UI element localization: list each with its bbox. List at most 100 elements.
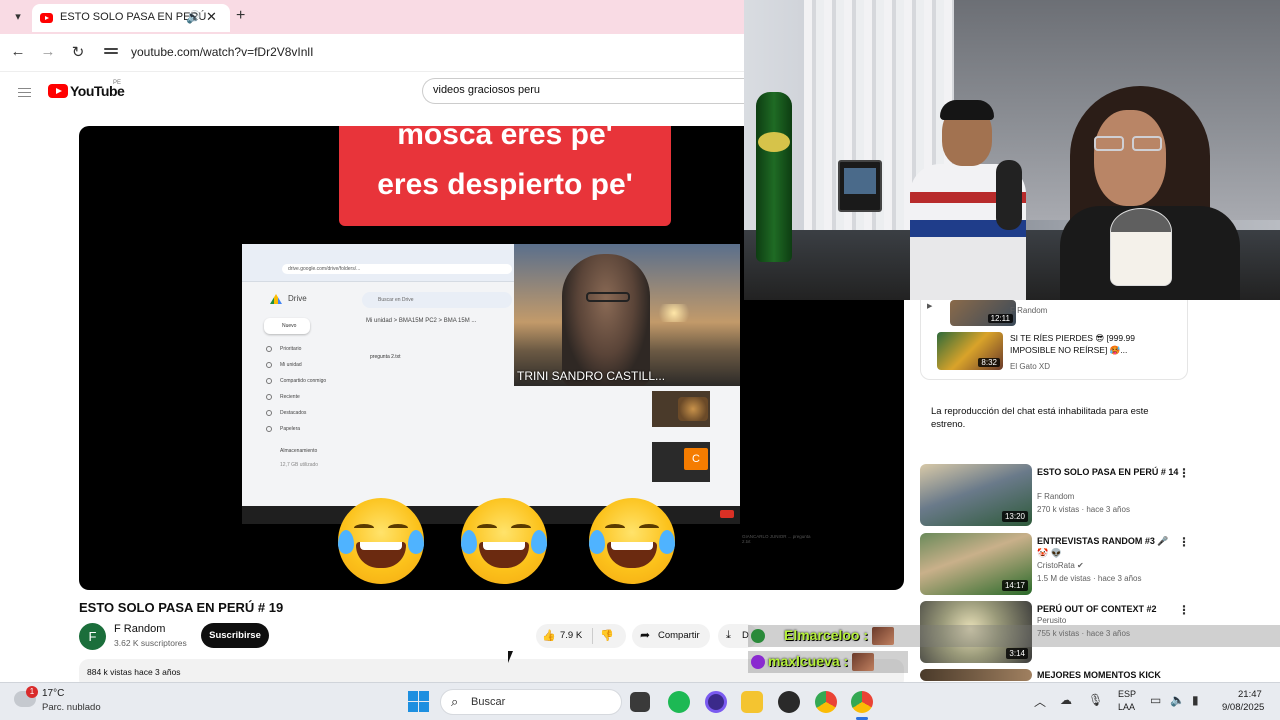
recommended-video[interactable]: 14:17 ENTREVISTAS RANDOM #3 🎤 🤡 👽 Cristo…: [920, 533, 1260, 595]
file-explorer-icon[interactable]: [741, 691, 763, 713]
video-duration: 14:17: [1001, 580, 1028, 591]
reload-icon[interactable]: ↻: [68, 43, 88, 61]
battery-icon[interactable]: ▮: [1192, 693, 1199, 707]
chat-badge-icon: [751, 629, 765, 643]
like-count[interactable]: 7.9 K: [560, 630, 582, 641]
subscriber-count: 3.62 K suscriptores: [114, 638, 187, 648]
subscribe-button[interactable]: Suscribirse: [201, 623, 269, 648]
tab-audio-icon[interactable]: 🔊: [186, 10, 201, 24]
cortana-icon[interactable]: [705, 691, 727, 713]
language-indicator[interactable]: ESP: [1118, 689, 1136, 699]
network-icon[interactable]: ▭: [1150, 693, 1161, 707]
weather-description[interactable]: Parc. nublado: [42, 702, 101, 713]
like-dislike-group: 👍 7.9 K 👎: [536, 624, 626, 648]
drive-item-icon: [266, 426, 272, 432]
divider: [592, 628, 593, 644]
tab-close-icon[interactable]: ✕: [206, 9, 217, 25]
playlist-item-duration: 12:11: [987, 314, 1013, 323]
video-title[interactable]: ESTO SOLO PASA EN PERÚ # 14: [1037, 466, 1179, 478]
video-channel[interactable]: F Random: [1037, 492, 1074, 501]
share-icon: ➦: [640, 628, 651, 642]
tab-search-chevron-icon[interactable]: ▾: [8, 8, 28, 26]
drive-item: Papelera: [280, 426, 301, 432]
drive-item: Mi unidad: [280, 362, 302, 368]
tray-chevron-icon[interactable]: ︿: [1034, 693, 1046, 710]
onedrive-icon[interactable]: ☁: [1060, 693, 1072, 707]
video-title[interactable]: PERÚ OUT OF CONTEXT #2: [1037, 603, 1179, 615]
drive-path: Mi unidad > BMA15M PC2 > BMA 15M ...: [366, 318, 477, 324]
video-meta: 270 k vistas · hace 3 años: [1037, 505, 1130, 514]
microphone-tray-icon[interactable]: 🎙: [1088, 693, 1103, 707]
playlist-item-channel: El Gato XD: [1010, 362, 1051, 371]
laughing-emoji-icon: [461, 498, 547, 584]
browser-tab-bar: ▾ ESTO SOLO PASA EN PERÚ 🔊 ✕ +: [0, 0, 744, 34]
more-options-icon[interactable]: ⋮: [1178, 535, 1190, 549]
video-thumbnail[interactable]: 14:17: [920, 533, 1032, 595]
search-icon: ⌕: [451, 694, 459, 709]
country-code: PE: [113, 80, 122, 86]
playlist-item-thumbnail[interactable]: 12:11: [950, 300, 1016, 326]
chrome-active-icon[interactable]: [851, 691, 873, 720]
notification-badge: 1: [26, 686, 38, 698]
video-thumbnail[interactable]: 13:20: [920, 464, 1032, 526]
chat-overlay: Elmarceloo : maxlcueva :: [748, 625, 1280, 675]
drive-item: Compartido conmigo: [280, 378, 327, 384]
back-arrow-icon[interactable]: ←: [8, 43, 28, 60]
search-query: videos graciosos peru: [433, 84, 541, 96]
video-title: ESTO SOLO PASA EN PERÚ # 19: [79, 600, 284, 615]
participant-tile: C: [652, 442, 710, 482]
playlist-item-thumbnail[interactable]: 8:32: [937, 332, 1003, 370]
windows-start-icon[interactable]: [408, 691, 429, 712]
caption-line-1: mosca eres pe': [397, 126, 613, 151]
bottle: [756, 92, 792, 262]
taskbar-search-input[interactable]: ⌕ Buscar: [440, 689, 622, 715]
participant-name: TRINI SANDRO CASTILL...: [517, 369, 666, 383]
download-icon: ⤓: [726, 629, 731, 641]
laptop: [838, 160, 882, 212]
search-input[interactable]: videos graciosos peru: [422, 78, 744, 104]
thumbs-down-icon[interactable]: 👎: [600, 629, 614, 642]
recommended-video[interactable]: 13:20 ESTO SOLO PASA EN PERÚ # 14 F Rand…: [920, 464, 1260, 526]
drive-new-button: Nuevo: [264, 318, 310, 334]
youtube-logo-icon[interactable]: [48, 84, 68, 98]
playlist-item-title[interactable]: SI TE RÍES PIERDES 😎 [999.99 IMPOSIBLE N…: [1010, 332, 1180, 356]
drive-item: 12,7 GB utilizado: [280, 462, 319, 468]
more-options-icon[interactable]: ⋮: [1178, 603, 1190, 617]
chat-message: maxlcueva :: [748, 651, 908, 673]
play-indicator-icon: ▶: [927, 303, 933, 310]
share-button[interactable]: ➦ Compartir: [632, 624, 710, 648]
more-options-icon[interactable]: ⋮: [1178, 466, 1190, 480]
laughing-emoji-icon: [589, 498, 675, 584]
browser-tab[interactable]: ESTO SOLO PASA EN PERÚ 🔊 ✕: [32, 4, 230, 32]
video-title[interactable]: ENTREVISTAS RANDOM #3 🎤 🤡 👽: [1037, 535, 1179, 559]
windows-taskbar: 1 17°C Parc. nublado ⌕ Buscar ︿ ☁ 🎙 ESP …: [0, 682, 1280, 720]
video-channel[interactable]: Perusito: [1037, 616, 1066, 625]
weather-temperature[interactable]: 17°C: [42, 688, 64, 699]
new-tab-icon[interactable]: +: [236, 7, 245, 25]
address-bar[interactable]: youtube.com/watch?v=fDr2V8vInlI: [131, 45, 313, 59]
clock-date[interactable]: 9/08/2025: [1222, 702, 1264, 713]
volume-icon[interactable]: 🔈: [1170, 693, 1185, 707]
keyboard-layout[interactable]: LAA: [1118, 702, 1135, 712]
chrome-icon[interactable]: [815, 691, 837, 713]
inner-url: drive.google.com/drive/folders/...: [282, 264, 512, 274]
glasses-shape: [586, 292, 630, 302]
task-view-icon[interactable]: [630, 692, 650, 712]
forward-arrow-icon[interactable]: →: [38, 43, 58, 60]
thumbs-up-icon[interactable]: 👍: [542, 629, 556, 642]
video-channel[interactable]: CristoRata ✔: [1037, 561, 1084, 570]
sunset-glow: [654, 304, 694, 322]
obs-icon[interactable]: [778, 691, 800, 713]
hamburger-menu-icon[interactable]: [18, 85, 31, 100]
channel-name[interactable]: F Random: [114, 623, 165, 635]
channel-avatar[interactable]: F: [79, 623, 106, 650]
site-info-icon[interactable]: [104, 46, 118, 58]
drive-item: Prioritario: [280, 346, 302, 352]
clock-time[interactable]: 21:47: [1238, 689, 1262, 700]
view-stats: 884 k vistas hace 3 años: [87, 667, 181, 677]
participant-avatar: [678, 397, 708, 421]
playlist-item-duration: 8:32: [978, 358, 1000, 367]
spotify-icon[interactable]: [668, 691, 690, 713]
sidebar-playlist-panel: ▶ 12:11 F Random 8:32 SI TE RÍES PIERDES…: [920, 300, 1188, 380]
drive-side-note: GIANCARLO JUNIOR ... pregunta 2.txt: [742, 534, 811, 544]
